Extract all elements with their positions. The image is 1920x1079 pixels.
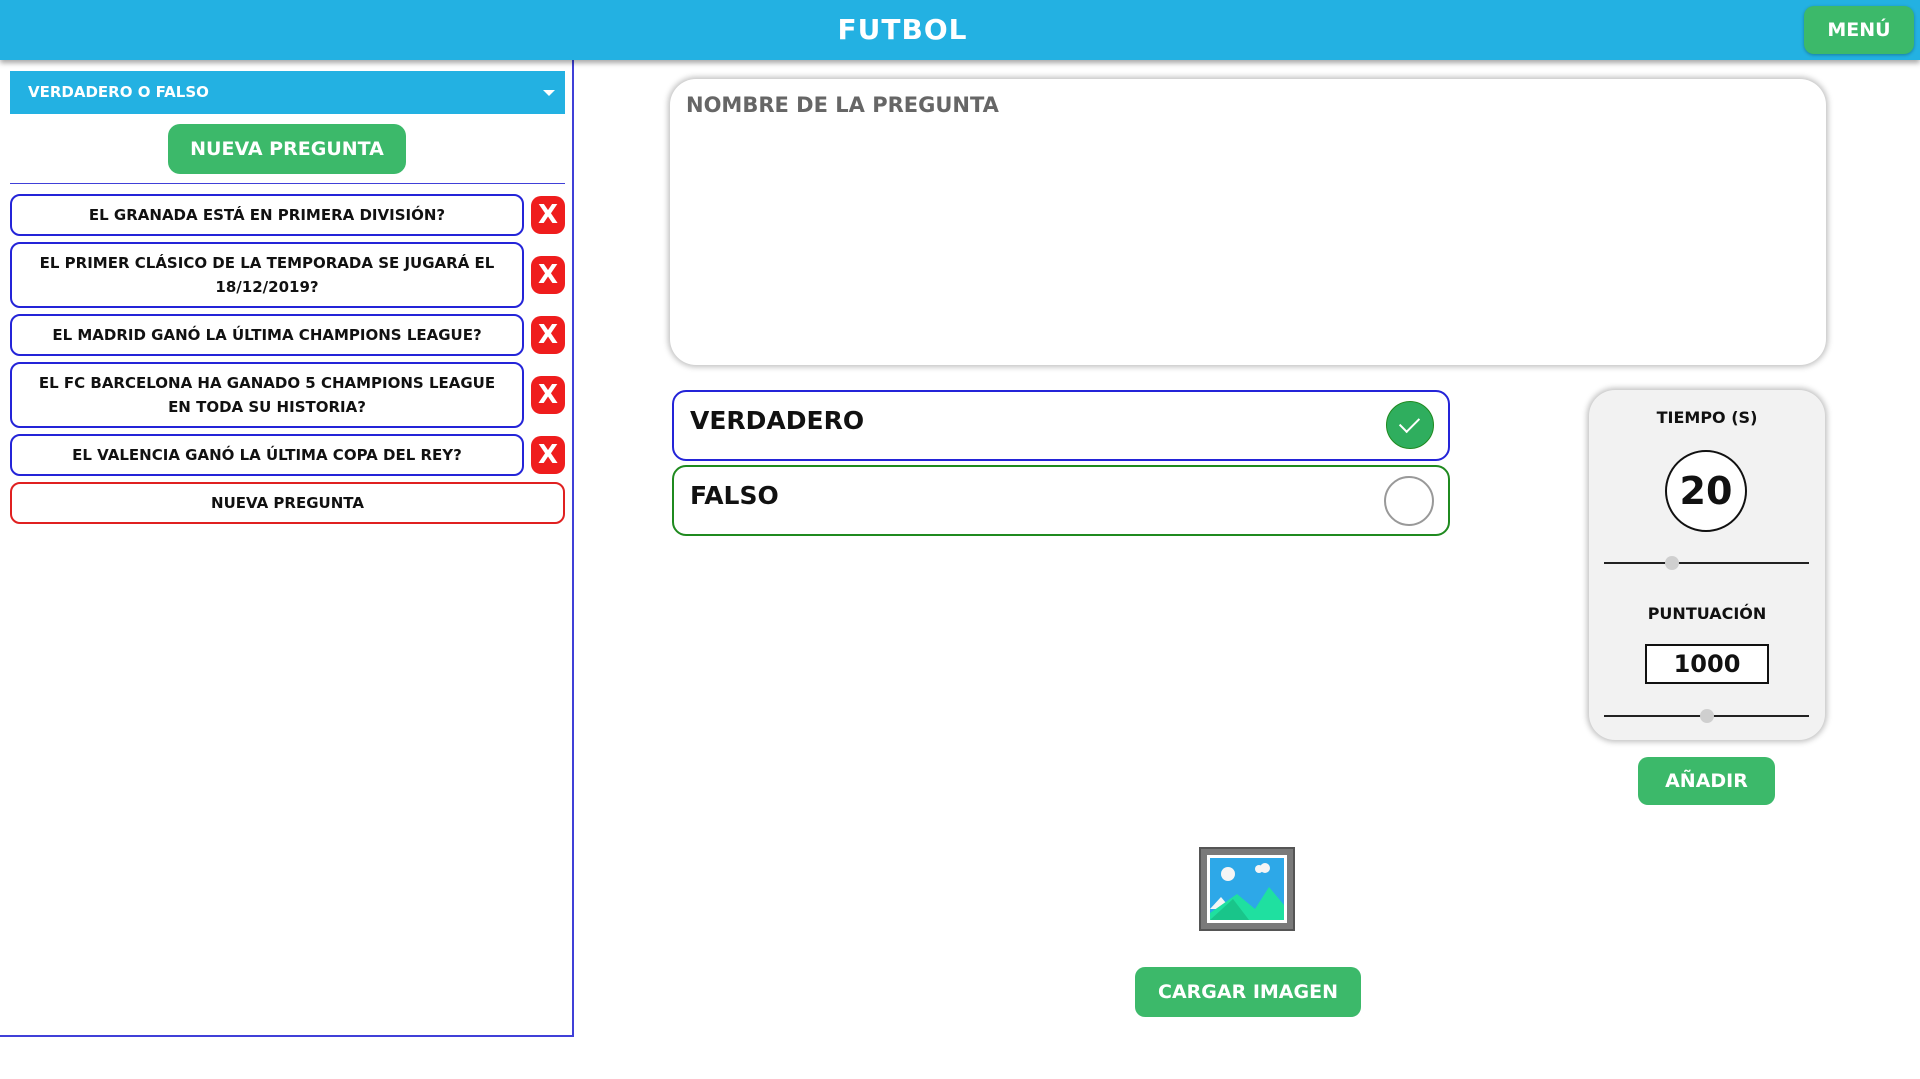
delete-question-button[interactable]: X — [531, 436, 565, 474]
question-item[interactable]: EL VALENCIA GANÓ LA ÚLTIMA COPA DEL REY? — [10, 434, 524, 476]
menu-button[interactable]: MENÚ — [1804, 6, 1914, 54]
question-row: EL FC BARCELONA HA GANADO 5 CHAMPIONS LE… — [10, 362, 565, 428]
settings-card: TIEMPO (S) 20 PUNTUACIÓN 1000 — [1589, 390, 1825, 740]
time-slider[interactable] — [1604, 556, 1809, 570]
upload-image-button[interactable]: CARGAR IMAGEN — [1135, 967, 1361, 1017]
points-slider-thumb[interactable] — [1699, 709, 1714, 723]
image-icon[interactable] — [1199, 847, 1295, 931]
delete-question-button[interactable]: X — [531, 196, 565, 234]
points-input[interactable]: 1000 — [1645, 644, 1769, 684]
divider — [10, 183, 565, 184]
delete-question-button[interactable]: X — [531, 256, 565, 294]
question-row: EL PRIMER CLÁSICO DE LA TEMPORADA SE JUG… — [10, 242, 565, 308]
delete-question-button[interactable]: X — [531, 316, 565, 354]
time-value: 20 — [1665, 450, 1747, 532]
sidebar: VERDADERO O FALSO NUEVA PREGUNTA EL GRAN… — [0, 60, 574, 1037]
new-question-button[interactable]: NUEVA PREGUNTA — [168, 124, 406, 174]
question-item[interactable]: EL FC BARCELONA HA GANADO 5 CHAMPIONS LE… — [10, 362, 524, 428]
question-type-value: VERDADERO O FALSO — [28, 83, 209, 101]
add-button[interactable]: AÑADIR — [1638, 757, 1775, 805]
question-list: EL GRANADA ESTÁ EN PRIMERA DIVISIÓN? X E… — [10, 194, 565, 530]
top-bar: FUTBOL MENÚ — [0, 0, 1920, 60]
question-row: EL MADRID GANÓ LA ÚLTIMA CHAMPIONS LEAGU… — [10, 314, 565, 356]
answer-label: FALSO — [690, 481, 779, 510]
check-icon[interactable] — [1386, 401, 1434, 449]
question-row: EL VALENCIA GANÓ LA ÚLTIMA COPA DEL REY?… — [10, 434, 565, 476]
question-box — [670, 79, 1826, 365]
answer-label: VERDADERO — [690, 406, 865, 435]
points-slider[interactable] — [1604, 709, 1809, 723]
chevron-down-icon — [543, 90, 555, 96]
answer-false[interactable]: FALSO — [672, 465, 1450, 536]
question-item[interactable]: EL PRIMER CLÁSICO DE LA TEMPORADA SE JUG… — [10, 242, 524, 308]
answer-true[interactable]: VERDADERO — [672, 390, 1450, 461]
points-heading: PUNTUACIÓN — [1647, 604, 1767, 623]
question-row: EL GRANADA ESTÁ EN PRIMERA DIVISIÓN? X — [10, 194, 565, 236]
question-name-input[interactable] — [684, 91, 1808, 355]
new-question-item[interactable]: NUEVA PREGUNTA — [10, 482, 565, 524]
delete-question-button[interactable]: X — [531, 376, 565, 414]
question-type-select[interactable]: VERDADERO O FALSO — [10, 71, 565, 114]
page-title: FUTBOL — [837, 13, 968, 46]
radio-empty-icon[interactable] — [1384, 476, 1434, 526]
time-slider-thumb[interactable] — [1664, 556, 1679, 570]
time-heading: TIEMPO (S) — [1656, 408, 1758, 427]
question-item[interactable]: EL GRANADA ESTÁ EN PRIMERA DIVISIÓN? — [10, 194, 524, 236]
question-item[interactable]: EL MADRID GANÓ LA ÚLTIMA CHAMPIONS LEAGU… — [10, 314, 524, 356]
